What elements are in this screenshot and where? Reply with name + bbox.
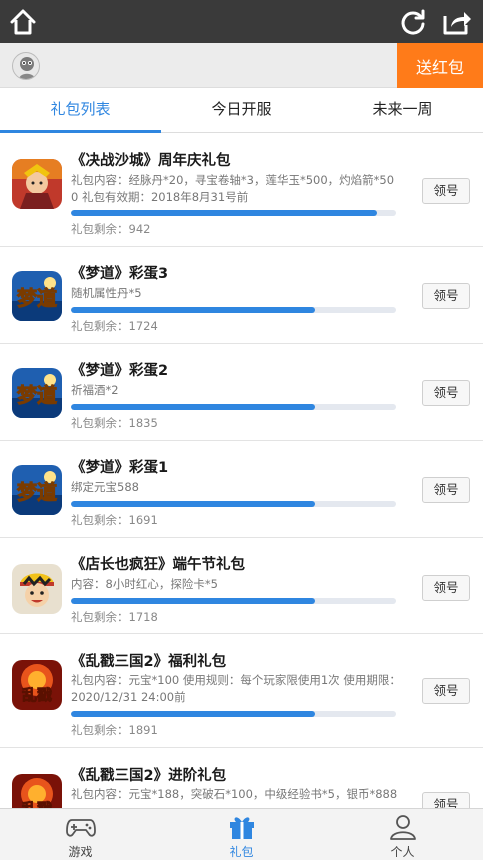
gamepad-icon — [65, 814, 96, 840]
tab-bar: 礼包列表 今日开服 未来一周 — [0, 88, 483, 133]
gift-item: 梦道 《梦道》彩蛋2 祈福酒*2 礼包剩余：1835 领号 — [0, 344, 483, 441]
remaining-count: 1835 — [128, 416, 158, 430]
gift-icon — [227, 814, 257, 840]
red-packet-button[interactable]: 送红包 — [397, 43, 483, 88]
gift-title: 《乱戳三国2》进阶礼包 — [71, 768, 227, 784]
remaining-label: 礼包剩余： — [71, 723, 129, 737]
claim-button[interactable]: 领号 — [422, 380, 470, 406]
gift-title: 《乱戳三国2》福利礼包 — [71, 654, 227, 670]
gift-item: 梦道 《梦道》彩蛋3 随机属性丹*5 礼包剩余：1724 领号 — [0, 247, 483, 344]
gift-remaining: 礼包剩余：1891 — [71, 722, 158, 738]
remaining-label: 礼包剩余： — [71, 319, 129, 333]
gift-title: 《店长也疯狂》端午节礼包 — [71, 557, 245, 573]
gift-progress-fill — [71, 307, 315, 313]
refresh-icon[interactable] — [396, 5, 430, 39]
sanguo-game-icon: 乱戳 — [12, 774, 62, 808]
remaining-count: 1718 — [128, 610, 158, 624]
gift-remaining: 礼包剩余：1835 — [71, 415, 158, 431]
svg-text:梦道: 梦道 — [17, 286, 57, 310]
gift-list: 《决战沙城》周年庆礼包 礼包内容：经脉丹*20，寻宝卷轴*3，莲华玉*500，灼… — [0, 134, 483, 808]
claim-button[interactable]: 领号 — [422, 678, 470, 704]
svg-text:乱戳: 乱戳 — [22, 686, 52, 704]
pirate-game-icon — [12, 564, 62, 614]
remaining-count: 942 — [128, 222, 151, 236]
gift-progress-fill — [71, 598, 315, 604]
gift-progress-fill — [71, 404, 315, 410]
gift-item: 乱戳 《乱戳三国2》福利礼包 礼包内容：元宝*100 使用规则：每个玩家限使用1… — [0, 634, 483, 748]
gift-remaining: 礼包剩余：1718 — [71, 609, 158, 625]
mengdao-game-icon: 梦道 — [12, 465, 62, 515]
nav-profile[interactable]: 个人 — [322, 809, 483, 860]
gift-progress-fill — [71, 210, 377, 216]
remaining-label: 礼包剩余： — [71, 416, 129, 430]
gift-progress-fill — [71, 501, 315, 507]
gift-remaining: 礼包剩余：1724 — [71, 318, 158, 334]
claim-button[interactable]: 领号 — [422, 792, 470, 808]
remaining-count: 1724 — [128, 319, 158, 333]
gift-description: 随机属性丹*5 — [71, 286, 142, 300]
gift-item: 梦道 《梦道》彩蛋1 绑定元宝588 礼包剩余：1691 领号 — [0, 441, 483, 538]
home-icon[interactable] — [6, 5, 40, 39]
nav-label: 游戏 — [68, 845, 93, 859]
claim-button[interactable]: 领号 — [422, 178, 470, 204]
gift-description: 礼包内容：元宝*100 使用规则：每个玩家限使用1次 使用期限：2020/12/… — [71, 673, 401, 704]
remaining-label: 礼包剩余： — [71, 610, 129, 624]
gift-description: 礼包内容：经脉丹*20，寻宝卷轴*3，莲华玉*500，灼焰箭*500 礼包有效期… — [71, 173, 395, 204]
avatar-icon[interactable] — [12, 52, 40, 80]
gift-description: 内容：8小时红心，探险卡*5 — [71, 577, 218, 591]
gift-title: 《梦道》彩蛋3 — [71, 266, 169, 282]
gift-progress-bar — [71, 404, 396, 410]
share-icon[interactable] — [440, 5, 474, 39]
gift-description: 绑定元宝588 — [71, 480, 139, 494]
remaining-label: 礼包剩余： — [71, 222, 129, 236]
nav-games[interactable]: 游戏 — [0, 809, 161, 860]
gift-title: 《梦道》彩蛋2 — [71, 363, 169, 379]
sanguo-game-icon: 乱戳 — [12, 660, 62, 710]
claim-button[interactable]: 领号 — [422, 283, 470, 309]
nav-gifts[interactable]: 礼包 — [161, 809, 322, 860]
claim-button[interactable]: 领号 — [422, 477, 470, 503]
gift-progress-fill — [71, 711, 315, 717]
gift-item: 《店长也疯狂》端午节礼包 内容：8小时红心，探险卡*5 礼包剩余：1718 领号 — [0, 538, 483, 634]
svg-text:梦道: 梦道 — [17, 383, 57, 407]
gift-progress-bar — [71, 711, 396, 717]
top-bar — [0, 0, 483, 43]
gift-progress-bar — [71, 307, 396, 313]
gift-progress-bar — [71, 210, 396, 216]
remaining-count: 1691 — [128, 513, 158, 527]
mengdao-game-icon: 梦道 — [12, 271, 62, 321]
claim-button[interactable]: 领号 — [422, 575, 470, 601]
gift-item: 乱戳 《乱戳三国2》进阶礼包 礼包内容：元宝*188，突破石*100，中级经验书… — [0, 748, 483, 808]
tab-today-open[interactable]: 今日开服 — [161, 88, 322, 132]
gift-remaining: 礼包剩余：1691 — [71, 512, 158, 528]
gift-remaining: 礼包剩余：942 — [71, 221, 150, 237]
tab-next-week[interactable]: 未来一周 — [322, 88, 483, 132]
remaining-label: 礼包剩余： — [71, 513, 129, 527]
remaining-count: 1891 — [128, 723, 158, 737]
svg-text:梦道: 梦道 — [17, 480, 57, 504]
user-bar: 送红包 — [0, 43, 483, 88]
gift-progress-bar — [71, 501, 396, 507]
nav-label: 个人 — [390, 845, 415, 859]
gift-item: 《决战沙城》周年庆礼包 礼包内容：经脉丹*20，寻宝卷轴*3，莲华玉*500，灼… — [0, 134, 483, 247]
tab-gift-list[interactable]: 礼包列表 — [0, 88, 161, 133]
gift-title: 《梦道》彩蛋1 — [71, 460, 169, 476]
svg-text:乱戳: 乱戳 — [22, 800, 52, 808]
gift-title: 《决战沙城》周年庆礼包 — [71, 153, 231, 169]
bottom-nav: 游戏 礼包 个人 — [0, 808, 483, 860]
gift-progress-bar — [71, 598, 396, 604]
gift-description: 礼包内容：元宝*188，突破石*100，中级经验书*5，银币*888 — [71, 787, 398, 801]
gift-description: 祈福酒*2 — [71, 383, 119, 397]
mengdao-game-icon: 梦道 — [12, 368, 62, 418]
nav-label: 礼包 — [229, 845, 254, 859]
warrior-game-icon — [12, 159, 62, 209]
user-icon — [388, 814, 418, 840]
